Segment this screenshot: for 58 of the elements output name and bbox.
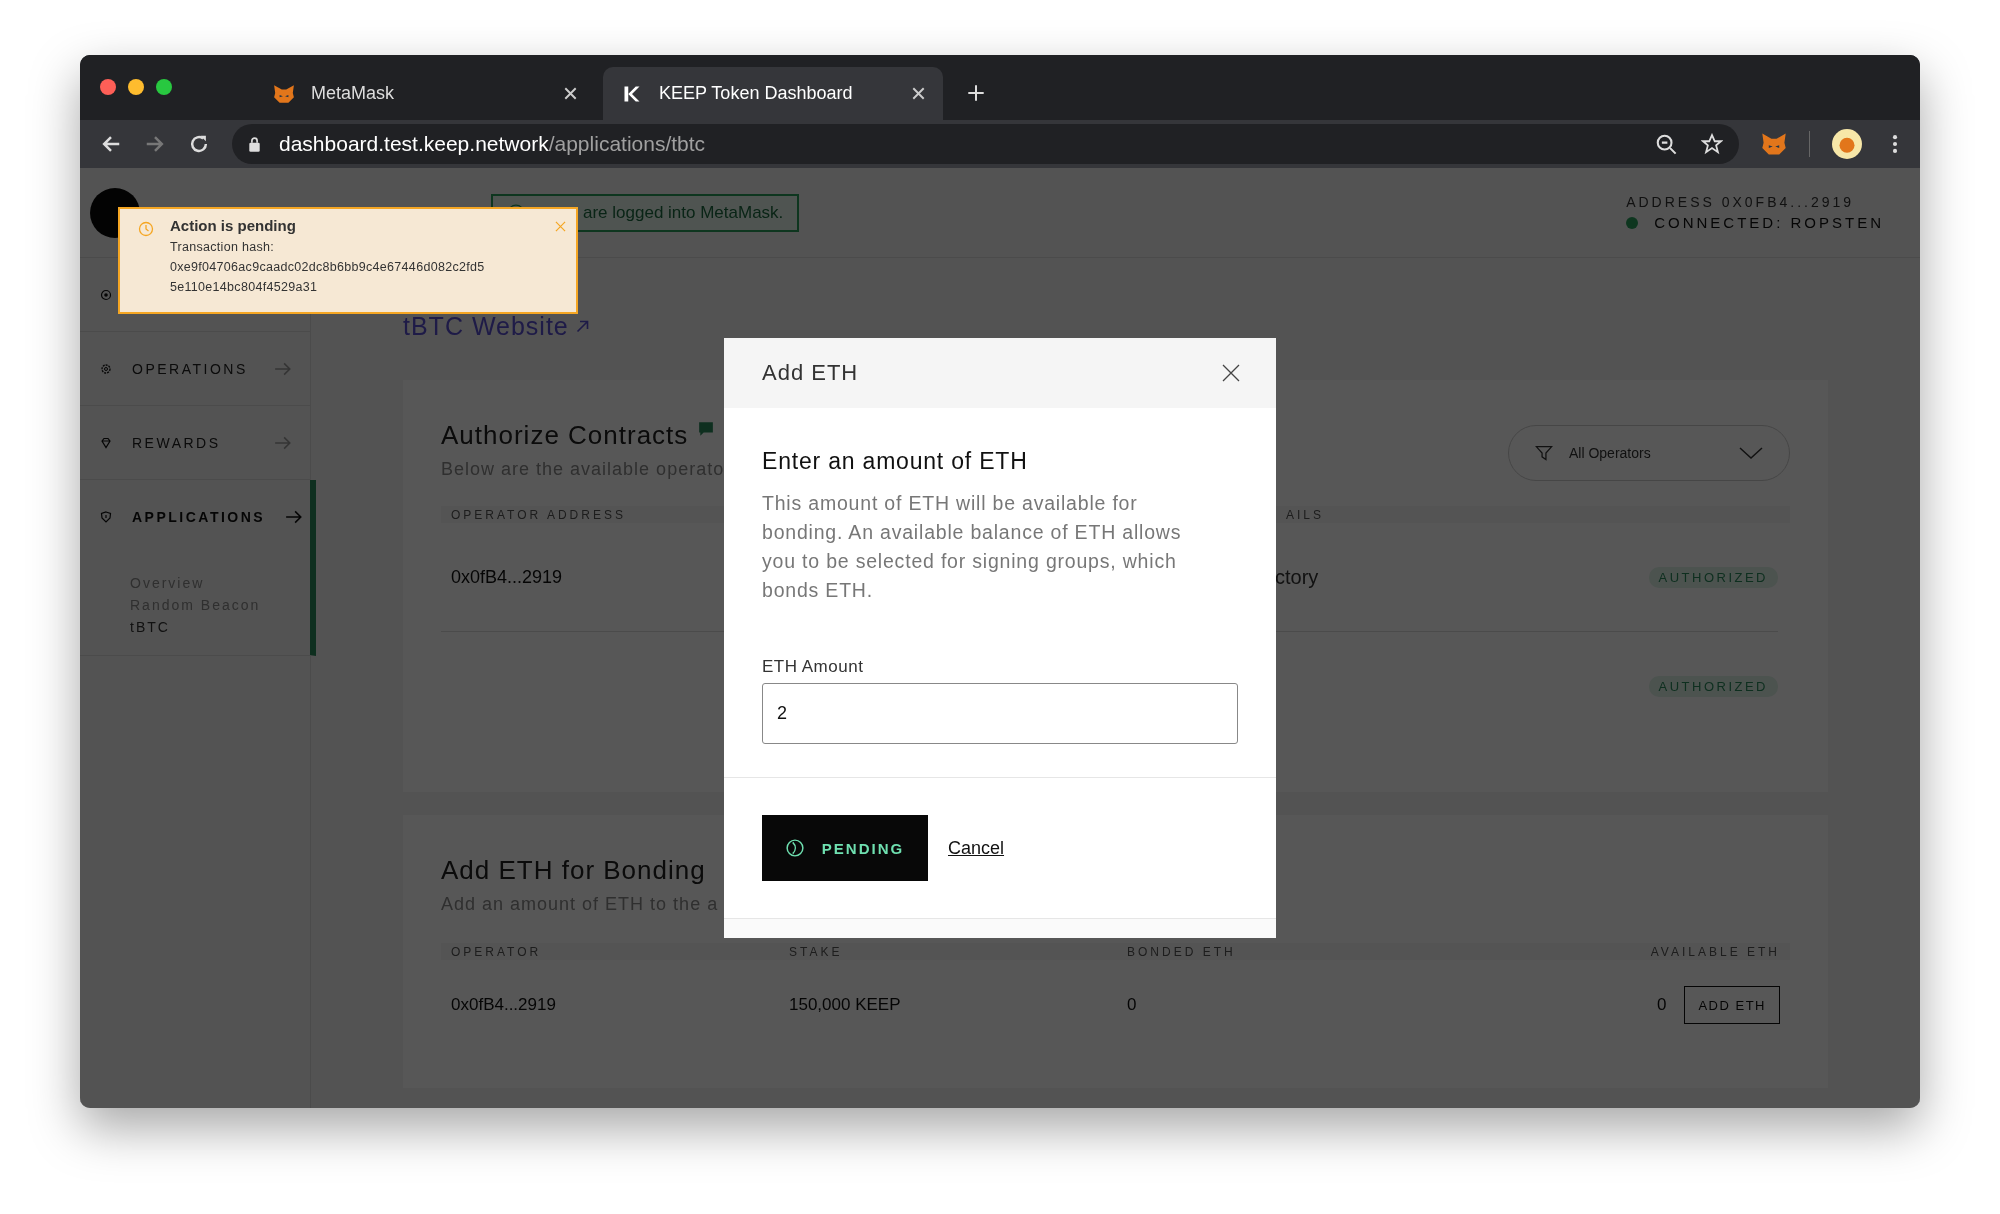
website-link[interactable]: tBTC Website — [403, 311, 569, 341]
help-icon — [698, 420, 715, 437]
browser-tab[interactable]: KEEP Token Dashboard — [603, 67, 943, 120]
table-cell: ctory — [1275, 565, 1319, 589]
banner-text: are logged into MetaMask. — [583, 202, 784, 223]
arrow-icon — [285, 509, 304, 524]
close-window-button[interactable] — [100, 79, 116, 95]
table-cell-text: 0x0fB4...2919 — [451, 995, 557, 1015]
external-link-icon — [574, 318, 590, 334]
status-badge: AUTHORIZED — [1648, 566, 1778, 588]
fox-icon — [273, 83, 295, 104]
table-cell: 0x0fB4...2919 — [451, 566, 563, 587]
address-text: ADDRESS 0X0FB4...2919 — [1626, 194, 1856, 210]
dialog-text: This amount of ETH will be available for bonding. An available balance of ETH allows you to be selected for signing groups, which bonds ETH. — [762, 491, 1183, 603]
sidebar-item[interactable]: REWARDS — [80, 406, 310, 479]
table-cell-text: 150,000 KEEP — [789, 995, 902, 1015]
card-title: Add ETH for Bonding — [441, 855, 707, 886]
address-field[interactable]: dashboard.test.keep.network/applications/tbtc — [232, 124, 1739, 164]
field-label: ETH Amount — [762, 657, 865, 677]
transaction-hash: 0xe9f04706ac9caadc02dc8b6bb9c4e67446d082c2fd5 — [170, 260, 486, 274]
clock-icon — [138, 221, 154, 237]
dashboard-icon — [100, 288, 112, 301]
gear-icon — [100, 362, 112, 375]
network-status: CONNECTED: ROPSTEN — [1654, 214, 1884, 231]
fox-icon[interactable] — [1761, 132, 1787, 156]
sidebar-item[interactable]: OPERATIONS — [80, 332, 310, 405]
zoom-icon[interactable] — [1655, 133, 1677, 155]
reload-icon[interactable] — [188, 133, 210, 155]
caret-icon — [1739, 447, 1763, 459]
maximize-window-button[interactable] — [156, 79, 172, 95]
table-cell: 0 — [1656, 995, 1667, 1015]
filter-icon — [1535, 444, 1553, 462]
arrow-icon — [274, 361, 292, 376]
toast-label: Transaction hash: — [170, 240, 275, 254]
browser-tab[interactable]: MetaMask — [255, 67, 595, 120]
transaction-hash: 5e110e14bc804f4529a31 — [170, 280, 319, 294]
table-cell-text: 0 — [1127, 995, 1138, 1015]
card-title: Authorize Contracts — [441, 420, 689, 451]
cancel-link[interactable]: Cancel — [948, 837, 1005, 859]
status-badge: AUTHORIZED — [1648, 675, 1778, 697]
minimize-window-button[interactable] — [128, 79, 144, 95]
shield-icon — [100, 510, 112, 523]
dialog-heading: Enter an amount of ETH — [762, 448, 1029, 475]
dialog-title: Add ETH — [762, 360, 860, 386]
close-icon[interactable] — [1222, 364, 1240, 382]
eth-amount-field[interactable]: 2 — [762, 683, 1238, 744]
lock-icon — [248, 136, 261, 152]
new-tab-icon[interactable] — [967, 84, 985, 102]
toast-title: Action is pending — [170, 217, 297, 234]
submit-button[interactable]: PENDING — [762, 815, 928, 881]
spinner-icon — [785, 839, 804, 857]
arrow-icon — [274, 435, 292, 450]
sidebar-subitem[interactable]: tBTC — [130, 619, 310, 635]
star-icon[interactable] — [1701, 133, 1723, 155]
gem-icon — [100, 436, 112, 449]
add-eth-button[interactable]: ADD ETH — [1684, 986, 1780, 1024]
avatar-icon[interactable] — [1832, 129, 1862, 159]
sidebar-item[interactable]: APPLICATIONS — [80, 480, 310, 553]
